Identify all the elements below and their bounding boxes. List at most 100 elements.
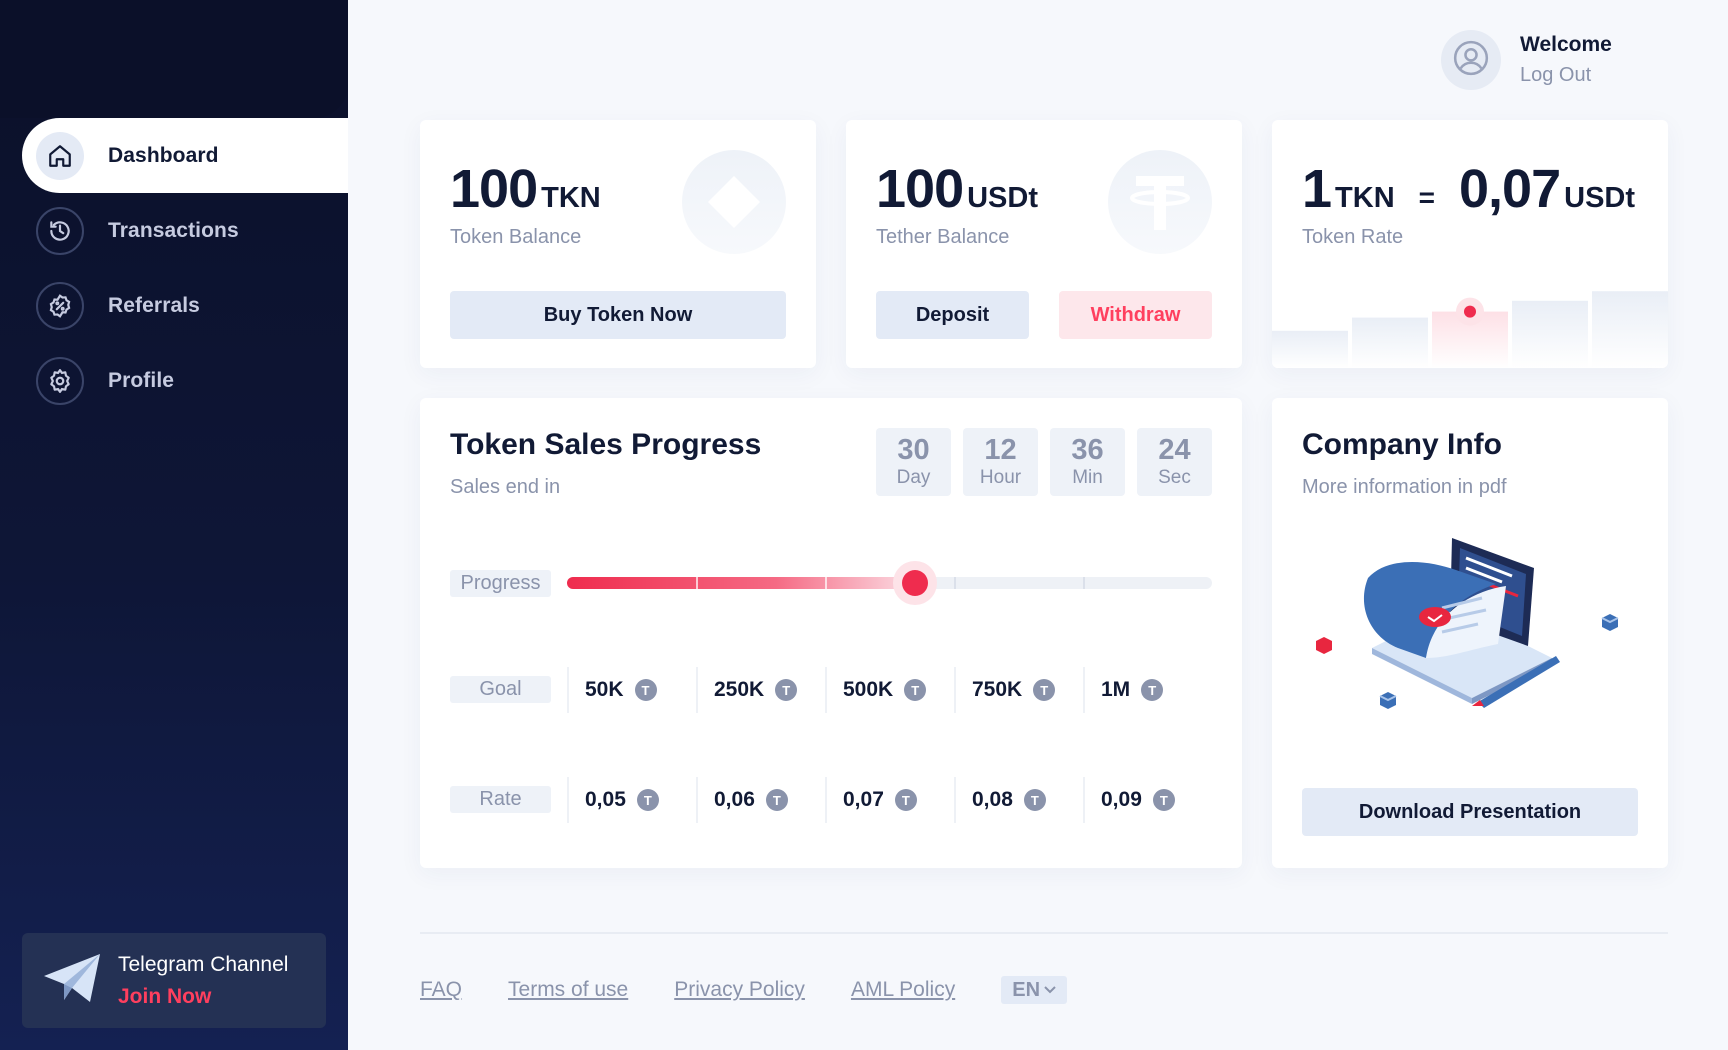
countdown-value: 30 xyxy=(897,434,930,466)
telegram-join-link[interactable]: Join Now xyxy=(118,981,288,1013)
user-menu: Welcome Log Out xyxy=(1441,30,1612,90)
goal-cell: 250K T xyxy=(696,667,825,713)
goal-cell: 750K T xyxy=(954,667,1083,713)
countdown: 30 Day 12 Hour 36 Min 24 Sec xyxy=(876,428,1212,496)
history-icon xyxy=(36,206,84,255)
deposit-button[interactable]: Deposit xyxy=(876,291,1029,339)
rate-value: 0,07 xyxy=(843,788,884,811)
goal-label: Goal xyxy=(450,676,551,703)
token-balance-value: 100 xyxy=(450,159,538,219)
countdown-unit: Min xyxy=(1072,467,1103,488)
rate-cell: 0,09 T xyxy=(1083,777,1212,823)
rate-cell: 0,08 T xyxy=(954,777,1083,823)
token-balance-card: 100 TKN Token Balance Buy Token Now xyxy=(420,120,816,368)
goal-value: 50K xyxy=(585,678,624,701)
rate-value: 0,08 xyxy=(972,788,1013,811)
countdown-unit: Day xyxy=(896,467,931,488)
gear-icon xyxy=(36,356,84,405)
home-icon xyxy=(36,131,84,180)
footer-link-aml[interactable]: AML Policy xyxy=(851,978,955,1002)
sidebar-item-label: Transactions xyxy=(108,218,239,242)
rate-bar xyxy=(1592,291,1668,368)
footer-divider xyxy=(420,932,1668,934)
sidebar-item-dashboard[interactable]: Dashboard xyxy=(22,118,348,193)
presentation-illustration-icon xyxy=(1316,538,1619,709)
sidebar-top xyxy=(0,0,348,118)
token-badge-icon: T xyxy=(1033,679,1056,701)
tether-balance-value: 100 xyxy=(876,159,964,219)
rate-marker xyxy=(1464,305,1476,318)
progress-tick xyxy=(696,577,698,589)
language-value: EN xyxy=(1012,978,1041,1001)
progress-fill xyxy=(567,577,916,589)
goal-value: 500K xyxy=(843,678,894,701)
token-badge-icon: T xyxy=(636,789,659,811)
token-balance-label: Token Balance xyxy=(450,226,582,248)
token-sales-card: Token Sales Progress Sales end in 30 Day… xyxy=(420,398,1242,868)
token-unit: TKN xyxy=(541,182,601,214)
user-circle-icon xyxy=(1452,39,1490,82)
footer-link-terms[interactable]: Terms of use xyxy=(508,978,628,1002)
rate-value: 0,09 xyxy=(1101,788,1142,811)
logout-link[interactable]: Log Out xyxy=(1520,60,1612,90)
rate-bar xyxy=(1512,300,1588,368)
token-badge-icon: T xyxy=(634,679,657,701)
welcome-text: Welcome xyxy=(1520,33,1612,56)
rate-value: 0,05 xyxy=(585,788,626,811)
rate-cell: 0,06 T xyxy=(696,777,825,823)
withdraw-button[interactable]: Withdraw xyxy=(1059,291,1212,339)
countdown-hours: 12 Hour xyxy=(963,428,1038,496)
sales-end-label: Sales end in xyxy=(450,476,561,498)
paper-plane-icon xyxy=(42,952,102,1009)
sidebar-item-profile[interactable]: Profile xyxy=(0,343,348,418)
footer-link-privacy[interactable]: Privacy Policy xyxy=(674,978,805,1002)
language-select[interactable]: EN xyxy=(1001,976,1068,1004)
tether-balance-card: 100 USDt Tether Balance Deposit Withdraw xyxy=(846,120,1242,368)
telegram-channel-card[interactable]: Telegram Channel Join Now xyxy=(22,933,326,1028)
countdown-value: 12 xyxy=(984,434,1017,466)
token-badge-icon: T xyxy=(765,789,788,811)
company-info-subtitle: More information in pdf xyxy=(1302,476,1507,498)
token-rate-card: 1 TKN = 0,07 USDt Token Rate xyxy=(1272,120,1668,368)
goal-cell: 500K T xyxy=(825,667,954,713)
telegram-text: Telegram Channel Join Now xyxy=(118,949,288,1013)
countdown-unit: Sec xyxy=(1158,467,1191,488)
token-badge-icon: T xyxy=(1152,789,1175,811)
tether-icon xyxy=(1108,150,1212,254)
goal-cell: 1M T xyxy=(1083,667,1212,713)
percent-badge-icon xyxy=(36,281,84,330)
token-badge-icon: T xyxy=(894,789,917,811)
token-badge-icon: T xyxy=(904,679,927,701)
rate-cell: 0,05 T xyxy=(567,777,696,823)
rate-bar xyxy=(1352,317,1428,368)
buy-token-button[interactable]: Buy Token Now xyxy=(450,291,786,339)
goal-value: 1M xyxy=(1101,678,1131,701)
telegram-title: Telegram Channel xyxy=(118,952,289,976)
sidebar: Dashboard Transactions Referrals Profile… xyxy=(0,0,348,1050)
avatar[interactable] xyxy=(1441,30,1501,90)
tether-unit: USDt xyxy=(967,182,1038,214)
countdown-minutes: 36 Min xyxy=(1050,428,1125,496)
goal-row: 50K T 250K T 500K T 750K T 1M T xyxy=(567,667,1212,713)
sidebar-item-label: Referrals xyxy=(108,293,200,317)
footer: FAQ Terms of use Privacy Policy AML Poli… xyxy=(420,976,1068,1004)
diamond-icon xyxy=(682,150,786,254)
token-badge-icon: T xyxy=(1141,679,1164,701)
sidebar-item-transactions[interactable]: Transactions xyxy=(0,193,348,268)
countdown-seconds: 24 Sec xyxy=(1137,428,1212,496)
token-badge-icon: T xyxy=(775,679,798,701)
sidebar-item-label: Dashboard xyxy=(108,143,219,167)
rate-cell: 0,07 T xyxy=(825,777,954,823)
company-info-card: Company Info More information in pdf Dow… xyxy=(1272,398,1668,868)
rate-value: 0,06 xyxy=(714,788,755,811)
goal-cell: 50K T xyxy=(567,667,696,713)
download-presentation-button[interactable]: Download Presentation xyxy=(1302,788,1638,836)
footer-link-faq[interactable]: FAQ xyxy=(420,978,462,1002)
sidebar-item-referrals[interactable]: Referrals xyxy=(0,268,348,343)
countdown-value: 36 xyxy=(1071,434,1104,466)
progress-thumb[interactable] xyxy=(893,561,938,605)
progress-slider[interactable] xyxy=(567,561,1212,605)
user-text: Welcome Log Out xyxy=(1520,30,1612,90)
token-sales-title: Token Sales Progress xyxy=(450,428,762,461)
countdown-value: 24 xyxy=(1158,434,1191,466)
